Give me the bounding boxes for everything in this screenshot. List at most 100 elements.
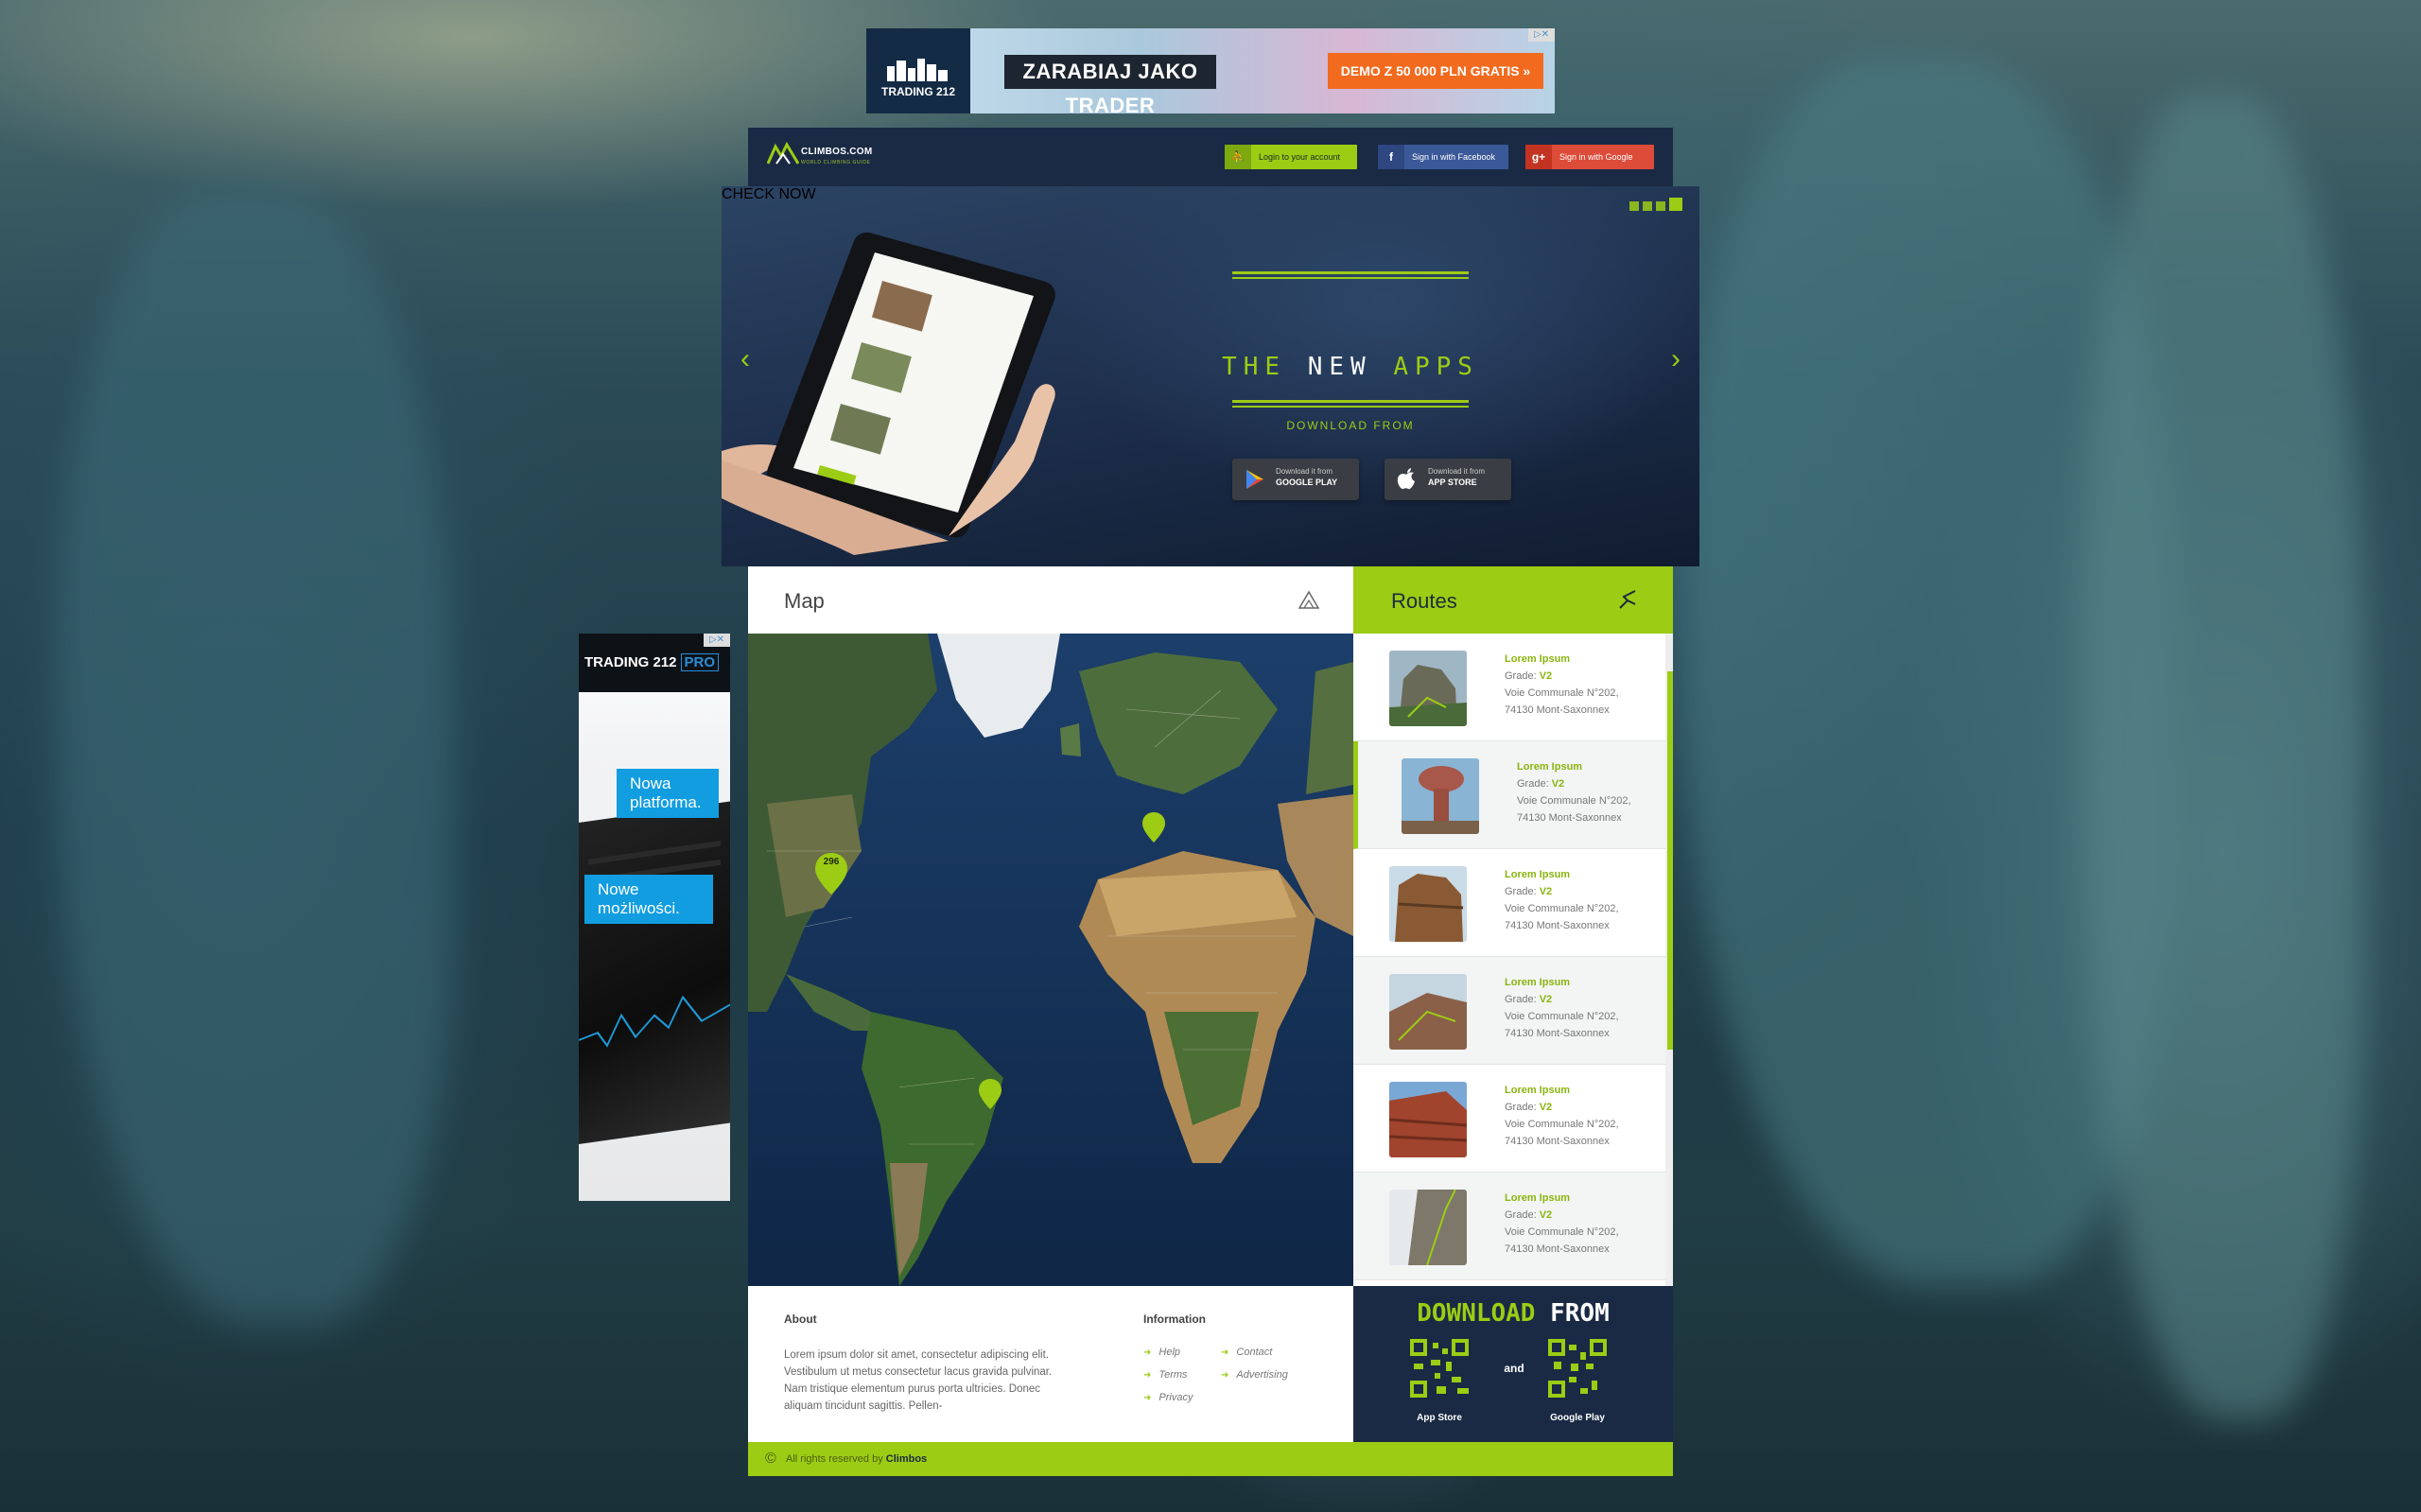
- route-name: Lorem Ipsum: [1505, 653, 1571, 665]
- copyright-bar: © All rights reserved by Climbos: [748, 1442, 1673, 1476]
- app-store-button[interactable]: Download it from APP STORE: [1385, 459, 1511, 500]
- route-info: Lorem Ipsum Grade: V2 Voie Communale N°2…: [1505, 651, 1619, 719]
- route-grade: Grade: V2: [1505, 994, 1553, 1005]
- map-marker-icon[interactable]: [978, 1078, 1002, 1110]
- routes-scrollbar-thumb[interactable]: [1667, 671, 1673, 1050]
- ad-headline: ZARABIAJ JAKO TRADER: [1004, 55, 1216, 113]
- route-address-city: 74130 Mont-Saxonnex: [1505, 1136, 1610, 1147]
- route-name: Lorem Ipsum: [1505, 1085, 1571, 1096]
- ad-close-icon[interactable]: ▷✕: [1528, 28, 1555, 42]
- copyright-brand-link[interactable]: Climbos: [886, 1453, 927, 1465]
- routes-title: Routes: [1391, 589, 1457, 613]
- route-info: Lorem Ipsum Grade: V2 Voie Communale N°2…: [1517, 758, 1631, 826]
- slider-dot[interactable]: [1629, 201, 1639, 211]
- ad-cta-button[interactable]: DEMO Z 50 000 PLN GRATIS »: [1328, 53, 1543, 89]
- hero-download-from: DOWNLOAD FROM: [1286, 419, 1415, 432]
- hero-subline: THE NEW APPS: [1199, 353, 1502, 381]
- hand-holding-phone-image: [722, 232, 1055, 555]
- slider-dot[interactable]: [1656, 201, 1665, 211]
- route-item-selected[interactable]: Lorem Ipsum Grade: V2 Voie Communale N°2…: [1353, 741, 1665, 849]
- world-map[interactable]: 296: [748, 634, 1353, 1286]
- route-item[interactable]: Lorem Ipsum Grade: V2 Voie Communale N°2…: [1353, 634, 1665, 741]
- copyright-icon: ©: [765, 1451, 776, 1467]
- route-address: Voie Communale N°202,: [1505, 1226, 1619, 1238]
- app-store-small-label: Download it from: [1428, 467, 1486, 476]
- route-item[interactable]: Lorem Ipsum Grade: V2 Voie Communale N°2…: [1353, 1173, 1665, 1280]
- slider-indicators: [1626, 198, 1682, 216]
- ad-logo: TRADING 212: [866, 28, 970, 113]
- routes-panel-header: Routes: [1353, 566, 1673, 634]
- route-info: Lorem Ipsum Grade: V2 Voie Communale N°2…: [1505, 974, 1619, 1042]
- about-text: Lorem ipsum dolor sit amet, consectetur …: [784, 1349, 1053, 1412]
- climbing-route-icon[interactable]: [1616, 589, 1639, 612]
- routes-scrollbar[interactable]: [1665, 634, 1673, 1286]
- footer-link-terms[interactable]: Terms: [1143, 1369, 1187, 1381]
- side-ad-brand-suffix: PRO: [680, 653, 720, 671]
- route-name: Lorem Ipsum: [1517, 761, 1583, 773]
- ad-brand: TRADING 212: [880, 85, 956, 98]
- route-address-city: 74130 Mont-Saxonnex: [1505, 1028, 1610, 1039]
- route-item[interactable]: Lorem Ipsum Grade: V2 Voie Communale N°2…: [1353, 849, 1665, 957]
- route-name: Lorem Ipsum: [1505, 1192, 1571, 1204]
- apple-icon: [1397, 468, 1415, 490]
- climber-icon: ⛹: [1225, 145, 1251, 169]
- google-play-icon: [1246, 470, 1263, 489]
- footer-link-contact[interactable]: Contact: [1221, 1347, 1272, 1358]
- route-info: Lorem Ipsum Grade: V2 Voie Communale N°2…: [1505, 1082, 1619, 1150]
- ad-bubble-new-platform: Nowa platforma.: [617, 769, 719, 818]
- google-play-label: GOOGLE PLAY: [1276, 478, 1338, 487]
- background-rock: [57, 189, 454, 1324]
- route-address: Voie Communale N°202,: [1517, 795, 1631, 807]
- ad-bubble-new-possibilities: Nowe możliwości.: [584, 875, 713, 924]
- route-thumbnail: [1389, 974, 1467, 1050]
- footer-link-help[interactable]: Help: [1143, 1347, 1180, 1358]
- google-play-qr-label: Google Play: [1550, 1413, 1605, 1423]
- route-item[interactable]: Lorem Ipsum Grade: V2 Voie Communale N°2…: [1353, 957, 1665, 1065]
- app-store-qr-code[interactable]: [1410, 1339, 1469, 1398]
- ad-close-icon[interactable]: ▷✕: [704, 634, 730, 647]
- footer-link-privacy[interactable]: Privacy: [1143, 1392, 1193, 1403]
- satellite-map-image: [748, 634, 1353, 1286]
- route-grade: Grade: V2: [1505, 886, 1553, 897]
- route-address: Voie Communale N°202,: [1505, 1011, 1619, 1022]
- app-store-qr-label: App Store: [1417, 1413, 1462, 1423]
- route-thumbnail: [1389, 1082, 1467, 1157]
- google-signin-button[interactable]: g+ Sign in with Google: [1525, 145, 1654, 169]
- google-label: Sign in with Google: [1559, 152, 1633, 162]
- mountain-map-icon[interactable]: [1298, 590, 1319, 609]
- site-logo[interactable]: CLIMBOS.COM WORLD CLIMBING GUIDE: [766, 141, 873, 173]
- mountain-logo-icon: [766, 141, 800, 165]
- slider-dot[interactable]: [1643, 201, 1652, 211]
- route-grade: Grade: V2: [1505, 670, 1553, 682]
- download-panel: DOWNLOAD FROM and App Store Google Play: [1353, 1286, 1673, 1442]
- side-banner-ad[interactable]: TRADING 212 PRO Nowa platforma. Nowe możl…: [579, 634, 730, 1201]
- footer-link-advertising[interactable]: Advertising: [1221, 1369, 1287, 1381]
- slider-dot-active[interactable]: [1669, 198, 1682, 211]
- hero-headline: CHECK NOW: [722, 186, 816, 202]
- route-item[interactable]: Lorem Ipsum Grade: V2 Voie Communale N°2…: [1353, 1065, 1665, 1173]
- about-heading: About: [784, 1312, 817, 1326]
- route-address: Voie Communale N°202,: [1505, 903, 1619, 914]
- slider-next-arrow-icon[interactable]: ›: [1671, 345, 1681, 374]
- side-ad-brand: TRADING 212: [584, 654, 677, 670]
- map-panel-header: Map: [748, 566, 1353, 634]
- top-banner-ad[interactable]: TRADING 212 ZARABIAJ JAKO TRADER DEMO Z …: [866, 28, 1555, 113]
- map-cluster-count: 296: [823, 857, 840, 867]
- map-marker-icon[interactable]: [1141, 811, 1166, 843]
- site-footer: About Lorem ipsum dolor sit amet, consec…: [748, 1286, 1353, 1442]
- facebook-signin-button[interactable]: f Sign in with Facebook: [1378, 145, 1508, 169]
- map-title: Map: [784, 589, 825, 613]
- route-address-city: 74130 Mont-Saxonnex: [1505, 920, 1610, 931]
- information-heading: Information: [1143, 1312, 1206, 1326]
- google-play-small-label: Download it from: [1276, 467, 1333, 476]
- city-skyline-icon: [887, 59, 948, 81]
- route-info: Lorem Ipsum Grade: V2 Voie Communale N°2…: [1505, 1190, 1619, 1258]
- logo-tagline: WORLD CLIMBING GUIDE: [801, 160, 871, 165]
- logo-title: CLIMBOS.COM: [801, 147, 873, 157]
- route-grade: Grade: V2: [1505, 1209, 1553, 1221]
- hero-rule: [1232, 271, 1469, 274]
- login-button[interactable]: ⛹ Login to your account: [1225, 145, 1357, 169]
- google-play-qr-code[interactable]: [1548, 1339, 1607, 1398]
- google-play-button[interactable]: Download it from GOOGLE PLAY: [1232, 459, 1359, 500]
- download-title: DOWNLOAD FROM: [1353, 1299, 1673, 1328]
